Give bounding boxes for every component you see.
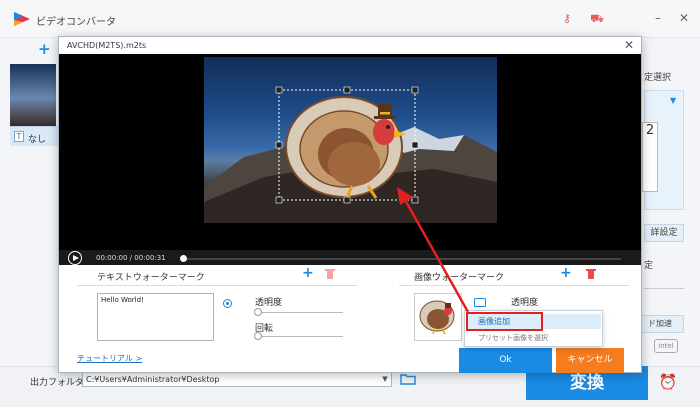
annotation-arrow-icon bbox=[397, 187, 470, 313]
watermark-selection-box bbox=[275, 86, 419, 204]
annotation-overlay bbox=[275, 86, 470, 313]
